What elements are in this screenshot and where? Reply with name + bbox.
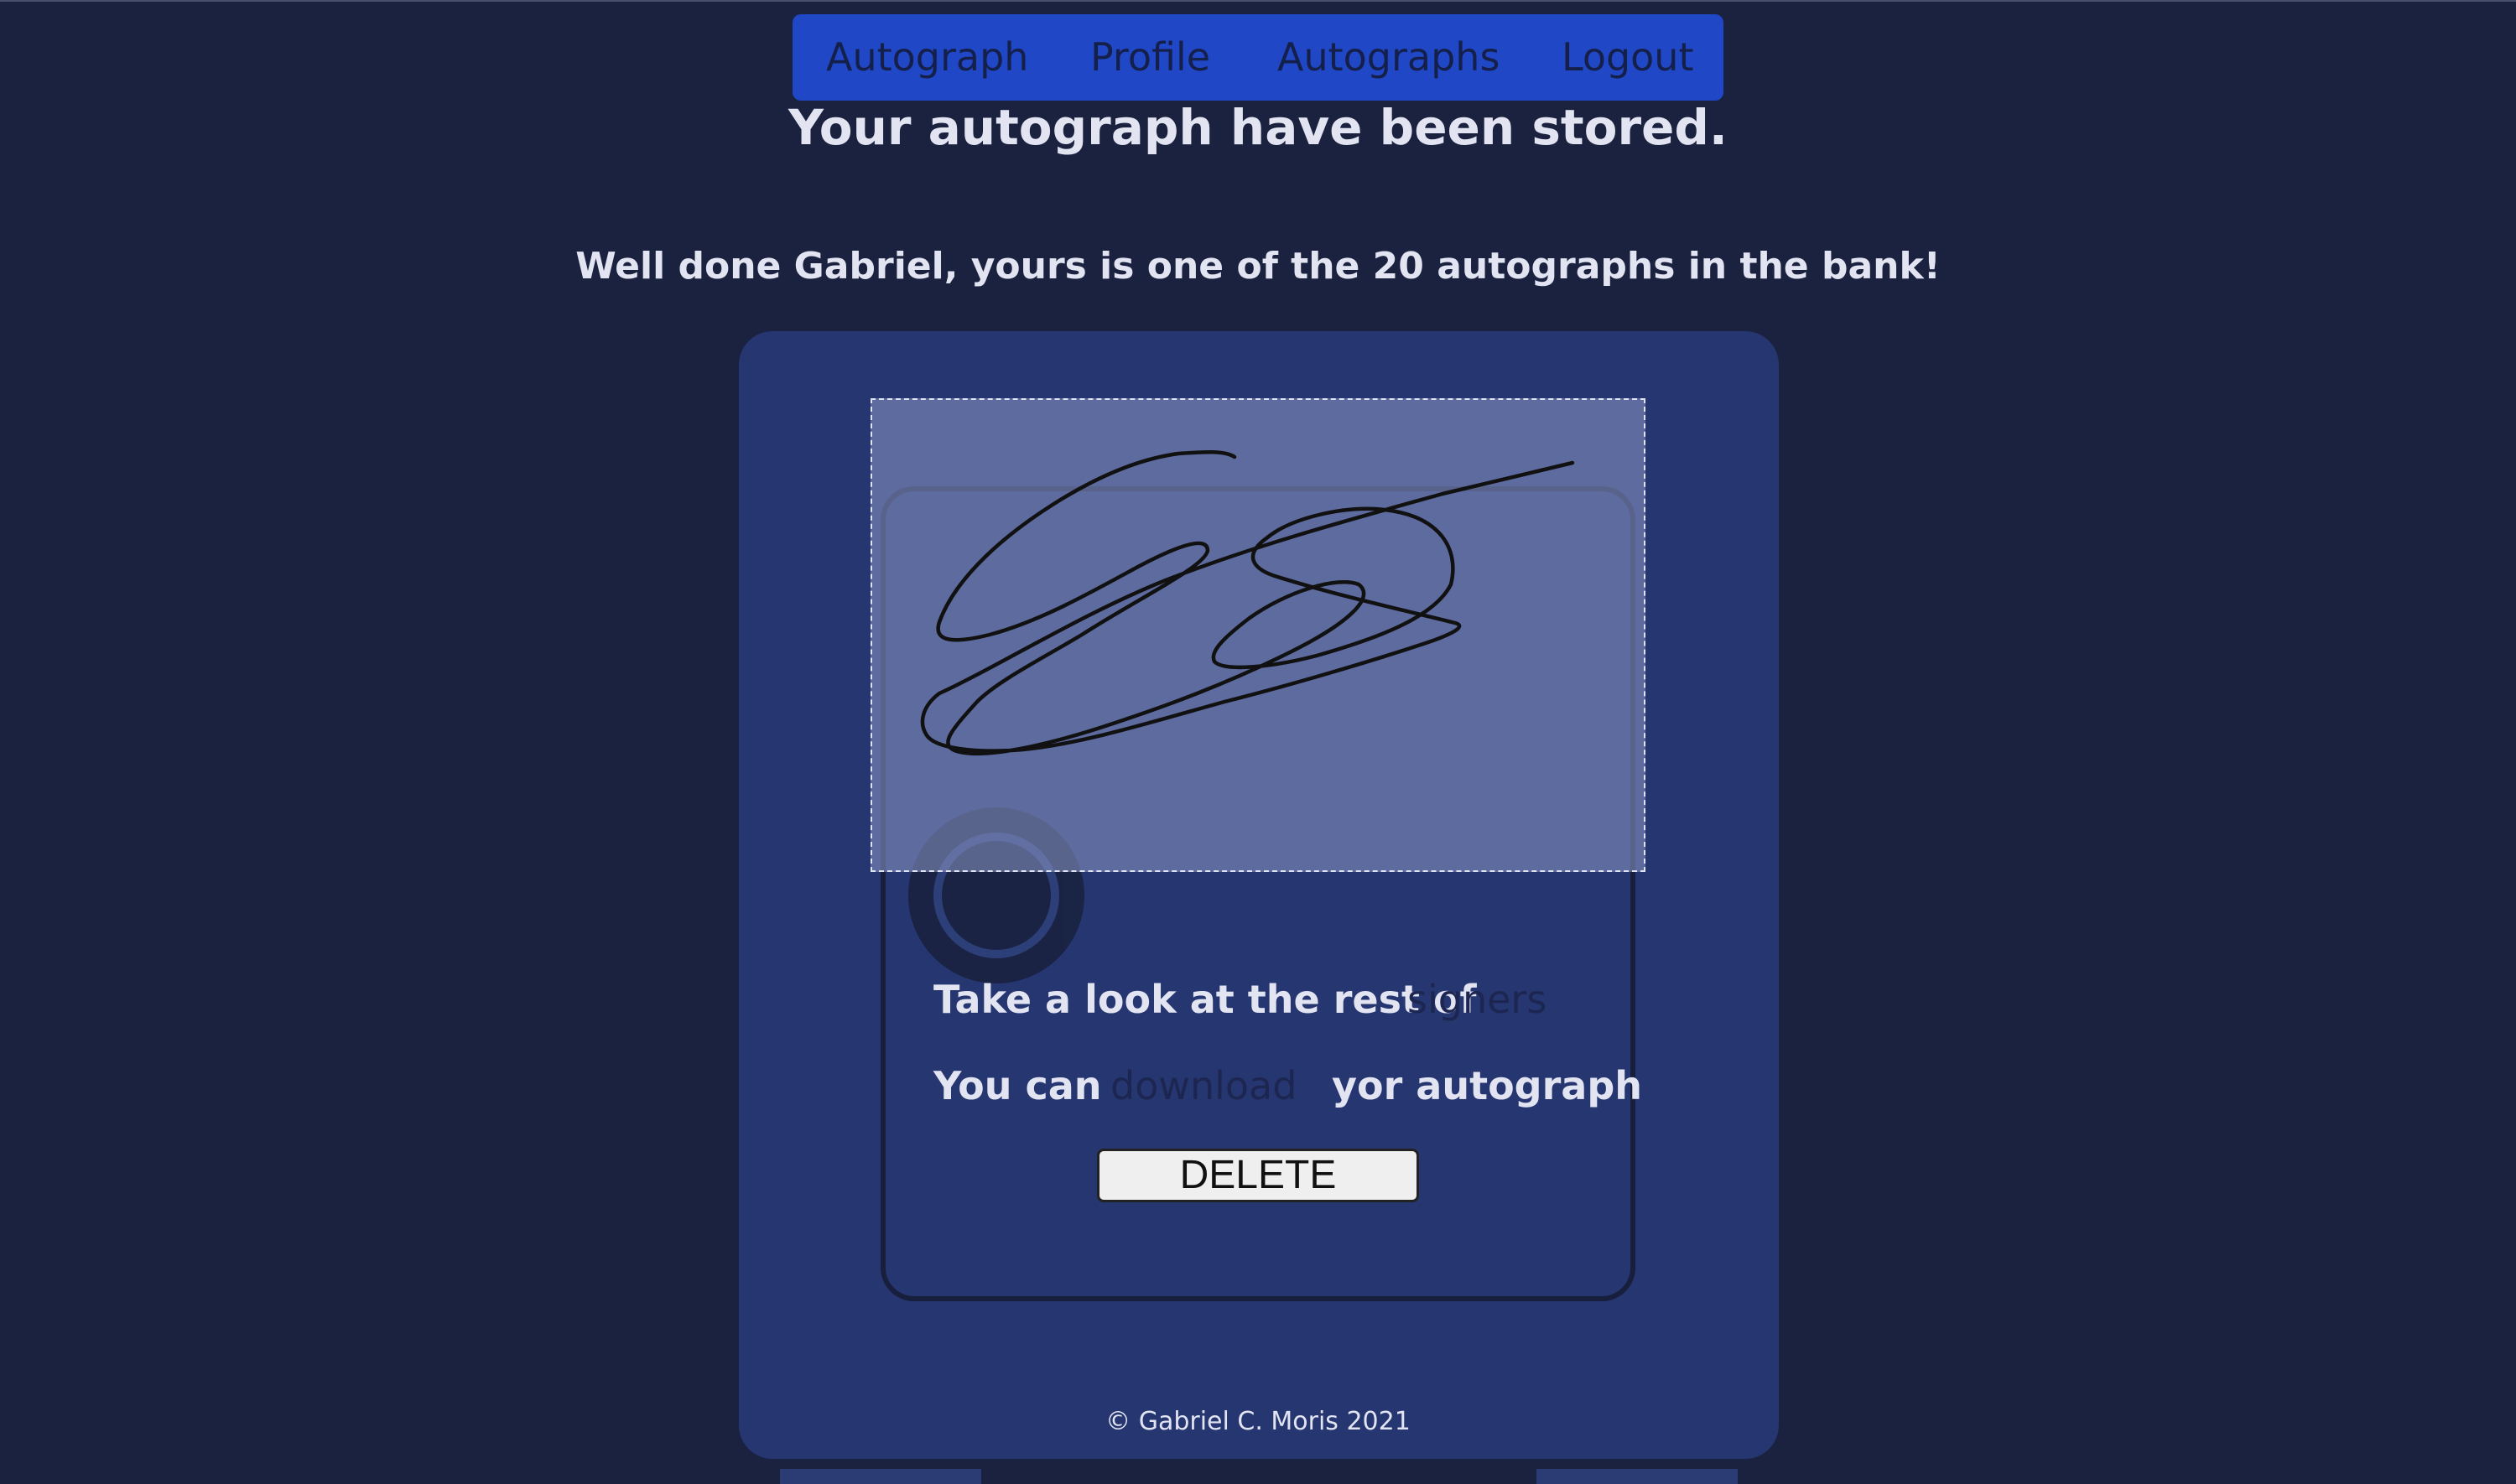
nav-autograph[interactable]: Autograph [826,14,1028,101]
bottom-tab-right [1536,1469,1738,1484]
delete-button[interactable]: DELETE [1097,1149,1419,1202]
signers-prefix: Take a look at the rest of [933,977,1477,1022]
nav-logout[interactable]: Logout [1562,14,1694,101]
download-prefix: You can [933,1063,1102,1108]
download-link[interactable]: download [1110,1063,1297,1108]
signature-stroke [920,449,1575,756]
nav-profile[interactable]: Profile [1090,14,1210,101]
signature-image [920,449,1575,756]
signers-link[interactable]: signers [1407,977,1547,1022]
download-suffix: yor autograph [1332,1063,1642,1108]
nav-autographs[interactable]: Autographs [1277,14,1500,101]
main-nav: Autograph Profile Autographs Logout [793,14,1723,101]
page-title: Your autograph have been stored. [788,99,1728,156]
signature-canvas[interactable] [871,398,1645,872]
top-border [0,0,2516,2]
footer-copyright: © Gabriel C. Moris 2021 [1105,1407,1411,1436]
status-message: Well done Gabriel, yours is one of the 2… [575,245,1941,288]
bottom-tab-left [780,1469,981,1484]
